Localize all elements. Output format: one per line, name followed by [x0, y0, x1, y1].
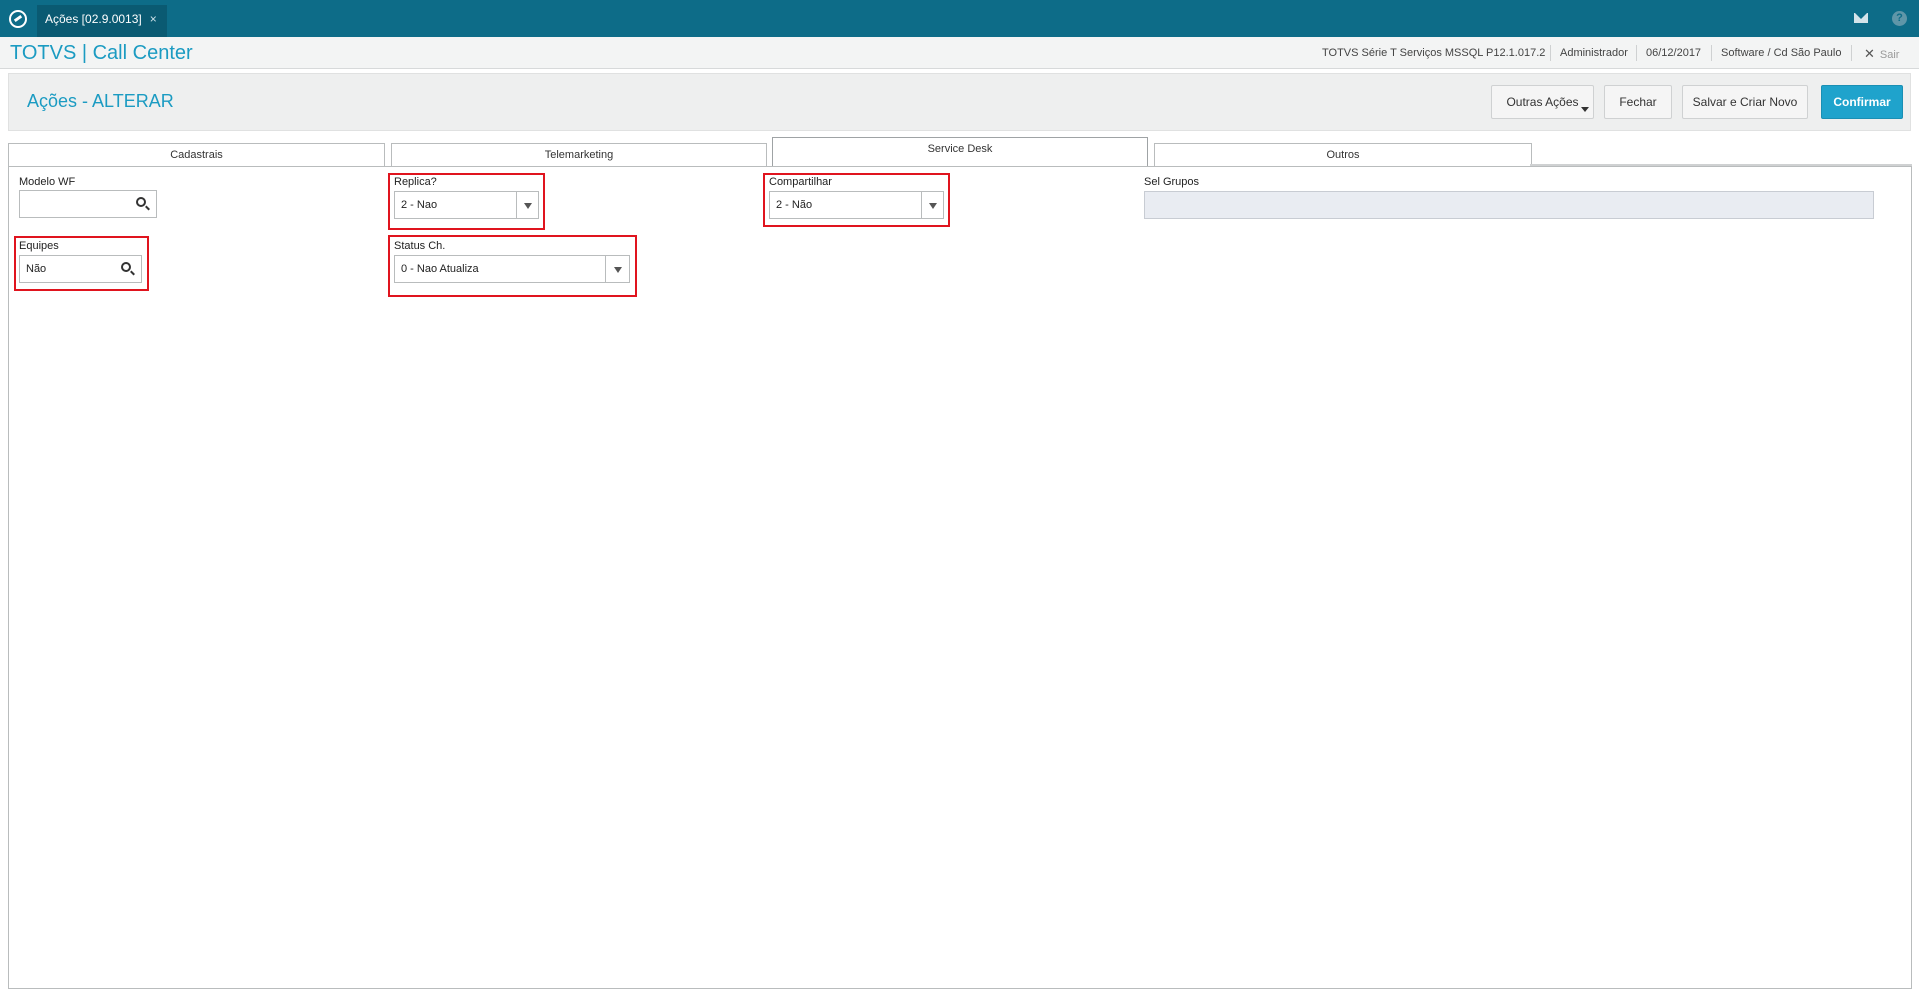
sel-grupos-field — [1144, 191, 1874, 219]
replica-select[interactable]: 2 - Nao — [394, 191, 539, 219]
window-tab-close-icon[interactable]: × — [150, 12, 157, 26]
other-actions-button[interactable]: Outras Ações — [1491, 85, 1594, 119]
status-ch-label: Status Ch. — [394, 240, 446, 252]
modelo-wf-input[interactable] — [19, 190, 157, 218]
page-title: Ações - ALTERAR — [27, 91, 174, 111]
compartilhar-select[interactable]: 2 - Não — [769, 191, 944, 219]
replica-label: Replica? — [394, 176, 437, 188]
top-bar: Ações [02.9.0013] × ? — [0, 0, 1919, 37]
search-icon[interactable] — [121, 262, 131, 272]
help-icon[interactable]: ? — [1892, 11, 1907, 26]
save-and-new-button[interactable]: Salvar e Criar Novo — [1682, 85, 1808, 119]
dropdown-divider — [921, 192, 922, 218]
close-icon: ✕ — [1864, 46, 1875, 61]
dropdown-divider — [605, 256, 606, 282]
tab-cadastrais[interactable]: Cadastrais — [8, 143, 385, 166]
compartilhar-label: Compartilhar — [769, 176, 832, 188]
compartilhar-value: 2 - Não — [776, 199, 813, 211]
close-button[interactable]: Fechar — [1604, 85, 1672, 119]
content-divider — [1530, 164, 1912, 166]
app-logo-icon[interactable] — [9, 10, 27, 28]
equipes-value: Não — [26, 263, 47, 275]
window-tab-label: Ações [02.9.0013] — [45, 12, 142, 26]
branch-info: Software / Cd São Paulo — [1721, 47, 1842, 59]
header-divider — [1711, 45, 1712, 61]
tab-telemarketing[interactable]: Telemarketing — [391, 143, 767, 166]
confirm-button[interactable]: Confirmar — [1821, 85, 1903, 119]
app-header: TOTVS | Call Center TOTVS Série T Serviç… — [0, 37, 1919, 69]
date-info: 06/12/2017 — [1646, 47, 1702, 59]
chevron-down-icon[interactable] — [524, 203, 532, 209]
chevron-down-icon[interactable] — [614, 267, 622, 273]
user-info: Administrador — [1560, 47, 1628, 59]
chevron-down-icon[interactable] — [929, 203, 937, 209]
action-panel: Ações - ALTERAR Outras Ações Fechar Salv… — [8, 73, 1911, 131]
exit-button[interactable]: ✕ Sair — [1864, 46, 1899, 62]
replica-value: 2 - Nao — [401, 199, 438, 211]
header-divider — [1550, 45, 1551, 61]
equipes-input[interactable]: Não — [19, 255, 142, 283]
mail-icon[interactable] — [1854, 13, 1868, 23]
tab-content-panel — [8, 166, 1912, 989]
equipes-label: Equipes — [19, 240, 59, 252]
header-divider — [1851, 45, 1852, 61]
status-ch-value: 0 - Nao Atualiza — [401, 263, 479, 275]
window-tab[interactable]: Ações [02.9.0013] × — [37, 5, 167, 37]
exit-label: Sair — [1879, 49, 1900, 61]
sel-grupos-label: Sel Grupos — [1144, 176, 1200, 188]
tab-service-desk[interactable]: Service Desk — [772, 137, 1148, 167]
environment-info: TOTVS Série T Serviços MSSQL P12.1.017.2 — [1322, 47, 1546, 59]
header-divider — [1636, 45, 1637, 61]
app-title: TOTVS | Call Center — [10, 42, 193, 64]
modelo-wf-label: Modelo WF — [19, 176, 76, 188]
dropdown-divider — [516, 192, 517, 218]
chevron-down-icon — [1581, 107, 1589, 112]
search-icon[interactable] — [136, 197, 146, 207]
status-ch-select[interactable]: 0 - Nao Atualiza — [394, 255, 630, 283]
tab-outros[interactable]: Outros — [1154, 143, 1532, 166]
other-actions-label: Outras Ações — [1506, 95, 1579, 109]
